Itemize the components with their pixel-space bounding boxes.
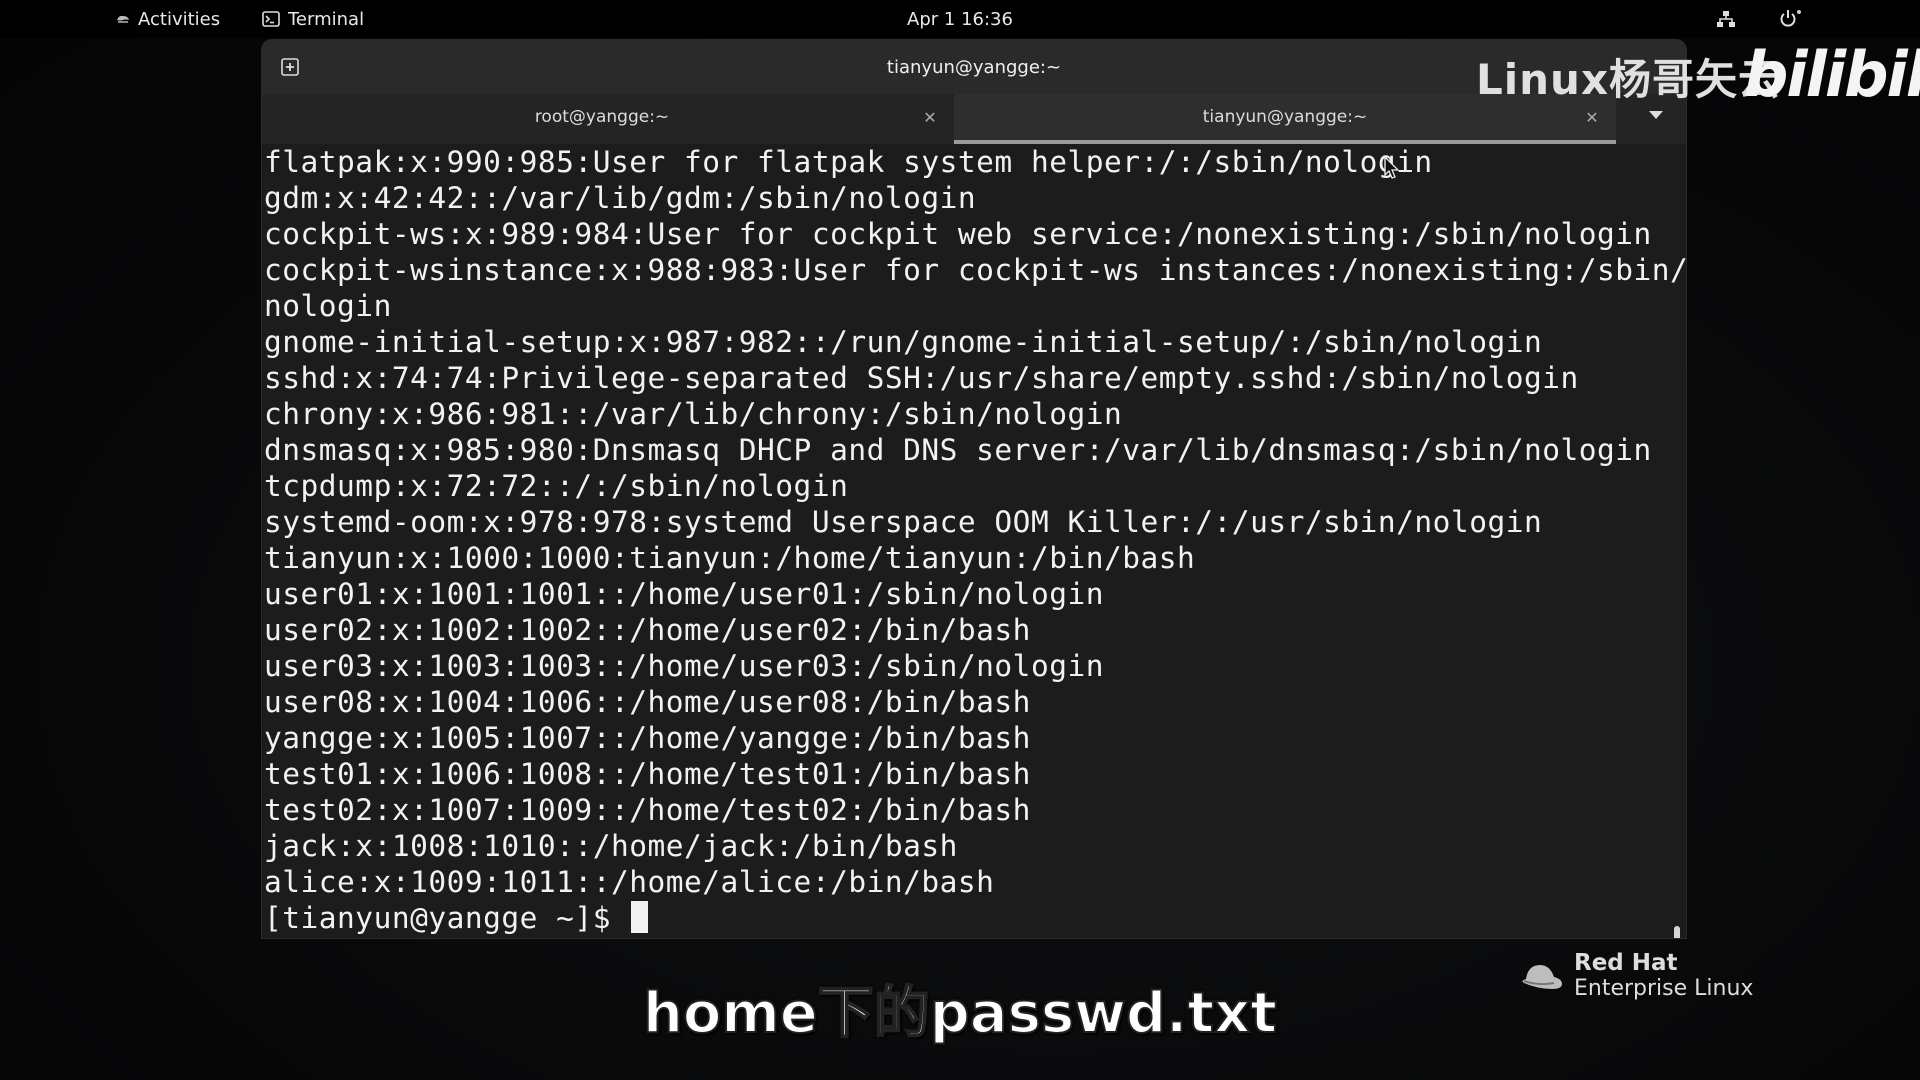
- tab-label: tianyun@yangge:~: [1202, 107, 1368, 127]
- close-tab-icon[interactable]: ✕: [920, 107, 940, 127]
- mouse-pointer-icon: [1384, 155, 1400, 184]
- terminal-line: tcpdump:x:72:72::/:/sbin/nologin: [264, 469, 849, 503]
- terminal-line: jack:x:1008:1010::/home/jack:/bin/bash: [264, 829, 958, 863]
- channel-watermark: Linux杨哥矢云: [1476, 55, 1782, 104]
- terminal-window: tianyun@yangge:~ root@yangge:~ ✕ tianyun…: [262, 40, 1686, 938]
- clock-label: Apr 1 16:36: [907, 8, 1013, 30]
- terminal-line: nologin: [264, 289, 392, 323]
- tab-menu-chevron-down-icon[interactable]: [1646, 110, 1666, 126]
- terminal-line: user01:x:1001:1001::/home/user01:/sbin/n…: [264, 577, 1104, 611]
- close-tab-icon[interactable]: ✕: [1582, 107, 1602, 127]
- network-icon[interactable]: [1716, 0, 1736, 38]
- window-titlebar[interactable]: tianyun@yangge:~: [262, 40, 1686, 94]
- bilibili-logo: bilibili: [1744, 38, 1920, 111]
- tab-bar: root@yangge:~ ✕ tianyun@yangge:~ ✕: [262, 94, 1686, 144]
- terminal-line: user08:x:1004:1006::/home/user08:/bin/ba…: [264, 685, 1031, 719]
- tab-root[interactable]: root@yangge:~ ✕: [262, 94, 942, 140]
- shell-prompt: [tianyun@yangge ~]$: [264, 901, 630, 935]
- terminal-line: cockpit-wsinstance:x:988:983:User for co…: [264, 253, 1686, 287]
- terminal-line: sshd:x:74:74:Privilege-separated SSH:/us…: [264, 361, 1579, 395]
- terminal-line: user02:x:1002:1002::/home/user02:/bin/ba…: [264, 613, 1031, 647]
- terminal-line: gdm:x:42:42::/var/lib/gdm:/sbin/nologin: [264, 181, 977, 215]
- scrollbar-thumb[interactable]: [1674, 926, 1680, 938]
- video-subtitle: home下的passwd.txt: [642, 980, 1278, 1047]
- terminal-line: tianyun:x:1000:1000:tianyun:/home/tianyu…: [264, 541, 1196, 575]
- terminal-output[interactable]: flatpak:x:990:985:User for flatpak syste…: [262, 144, 1686, 938]
- terminal-line: gnome-initial-setup:x:987:982::/run/gnom…: [264, 325, 1543, 359]
- text-cursor: [631, 901, 649, 933]
- clock-button[interactable]: Apr 1 16:36: [0, 0, 1920, 38]
- terminal-line: user03:x:1003:1003::/home/user03:/sbin/n…: [264, 649, 1104, 683]
- terminal-line: cockpit-ws:x:989:984:User for cockpit we…: [264, 217, 1652, 251]
- window-title: tianyun@yangge:~: [886, 56, 1062, 78]
- terminal-line: test02:x:1007:1009::/home/test02:/bin/ba…: [264, 793, 1031, 827]
- terminal-line: chrony:x:986:981::/var/lib/chrony:/sbin/…: [264, 397, 1123, 431]
- top-bar: Activities Terminal Apr 1 16:36: [0, 0, 1920, 38]
- terminal-line: dnsmasq:x:985:980:Dnsmasq DHCP and DNS s…: [264, 433, 1652, 467]
- new-tab-button[interactable]: [272, 49, 308, 85]
- terminal-line: systemd-oom:x:978:978:systemd Userspace …: [264, 505, 1543, 539]
- power-icon[interactable]: [1778, 0, 1802, 38]
- terminal-line: yangge:x:1005:1007::/home/yangge:/bin/ba…: [264, 721, 1031, 755]
- prompt-line[interactable]: [tianyun@yangge ~]$: [264, 900, 649, 936]
- terminal-line: flatpak:x:990:985:User for flatpak syste…: [264, 145, 1433, 179]
- tab-label: root@yangge:~: [534, 107, 670, 127]
- terminal-line: test01:x:1006:1008::/home/test01:/bin/ba…: [264, 757, 1031, 791]
- new-tab-icon: [281, 58, 299, 76]
- terminal-line: alice:x:1009:1011::/home/alice:/bin/bash: [264, 865, 995, 899]
